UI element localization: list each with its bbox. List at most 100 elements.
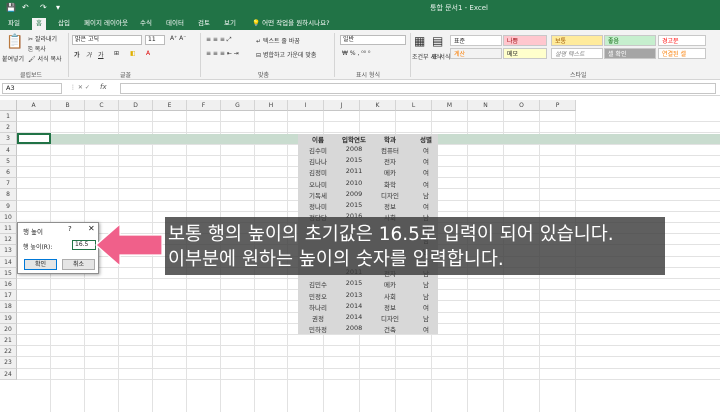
table-cell[interactable]: 사회 xyxy=(372,291,408,301)
column-header-k[interactable]: K xyxy=(360,100,396,111)
row-header-12[interactable]: 12 xyxy=(0,234,17,246)
help-icon[interactable]: ? xyxy=(68,225,72,233)
row-header-22[interactable]: 22 xyxy=(0,346,17,358)
row-header-1[interactable]: 1 xyxy=(0,111,17,123)
row-header-15[interactable]: 15 xyxy=(0,267,17,279)
tab-data[interactable]: 데이터 xyxy=(162,18,188,30)
style-explanatory[interactable]: 설명 텍스트 xyxy=(551,48,603,59)
column-header-f[interactable]: F xyxy=(187,100,221,111)
row-header-18[interactable]: 18 xyxy=(0,301,17,313)
undo-icon[interactable]: ↶ xyxy=(22,3,29,12)
table-header-cell[interactable]: 성별 xyxy=(408,134,444,144)
table-cell[interactable]: 여 xyxy=(408,201,444,211)
column-header-c[interactable]: C xyxy=(85,100,119,111)
table-cell[interactable]: 2011 xyxy=(336,167,372,175)
active-cell-a3[interactable] xyxy=(17,133,51,144)
style-check-cell[interactable]: 셀 확인 xyxy=(604,48,656,59)
row-header-10[interactable]: 10 xyxy=(0,211,17,223)
wrap-text-button[interactable]: ↵ 텍스트 줄 바꿈 xyxy=(256,36,300,45)
tab-file[interactable]: 파일 xyxy=(4,18,24,30)
style-warning[interactable]: 경고문 xyxy=(658,35,706,46)
border-icon[interactable]: ⊞ xyxy=(114,50,119,57)
table-cell[interactable]: 김민수 xyxy=(300,279,336,289)
table-cell[interactable]: 2013 xyxy=(336,291,372,299)
table-cell[interactable]: 여 xyxy=(408,145,444,155)
italic-icon[interactable]: 가 xyxy=(86,50,92,59)
underline-icon[interactable]: 가 xyxy=(98,50,104,59)
style-normal[interactable]: 표준 xyxy=(450,35,502,46)
table-cell[interactable]: 디자인 xyxy=(372,313,408,323)
table-cell[interactable]: 2008 xyxy=(336,324,372,332)
row-header-13[interactable]: 13 xyxy=(0,245,17,257)
row-header-16[interactable]: 16 xyxy=(0,279,17,291)
table-cell[interactable]: 정보 xyxy=(372,302,408,312)
table-cell[interactable]: 김정미 xyxy=(300,167,336,177)
number-format-icons[interactable]: ₩ % , ⁰⁰ ⁰ xyxy=(342,50,370,57)
ok-button[interactable]: 확인 xyxy=(24,259,57,270)
column-header-b[interactable]: B xyxy=(51,100,85,111)
row-header-4[interactable]: 4 xyxy=(0,144,17,156)
fill-color-icon[interactable]: ◧ xyxy=(130,50,136,57)
row-header-5[interactable]: 5 xyxy=(0,155,17,167)
conditional-format-icon[interactable]: ▦ xyxy=(414,34,425,48)
align-left-icons[interactable]: ≡ ≡ ≡ ⇤ ⇥ xyxy=(206,50,239,57)
copy-button[interactable]: ⎘ 복사 xyxy=(28,44,46,54)
table-header-cell[interactable]: 입학연도 xyxy=(336,134,372,144)
font-name-combo[interactable]: 맑은 고딕 xyxy=(72,35,142,45)
column-header-j[interactable]: J xyxy=(324,100,360,111)
table-cell[interactable]: 2008 xyxy=(336,145,372,153)
row-header-8[interactable]: 8 xyxy=(0,189,17,201)
tab-home[interactable]: 홈 xyxy=(32,18,46,30)
column-header-d[interactable]: D xyxy=(119,100,153,111)
tab-review[interactable]: 검토 xyxy=(194,18,214,30)
tab-formulas[interactable]: 수식 xyxy=(136,18,156,30)
table-cell[interactable]: 정보 xyxy=(372,201,408,211)
column-header-m[interactable]: M xyxy=(432,100,468,111)
column-header-n[interactable]: N xyxy=(468,100,504,111)
row-header-9[interactable]: 9 xyxy=(0,200,17,212)
row-header-6[interactable]: 6 xyxy=(0,167,17,179)
font-color-icon[interactable]: A xyxy=(146,50,150,57)
table-header-cell[interactable]: 학과 xyxy=(372,134,408,144)
table-cell[interactable]: 2009 xyxy=(336,190,372,198)
row-header-23[interactable]: 23 xyxy=(0,357,17,369)
align-top-icons[interactable]: ≡ ≡ ≡ ⤢ xyxy=(206,36,232,44)
table-cell[interactable]: 2010 xyxy=(336,179,372,187)
table-cell[interactable]: 여 xyxy=(408,156,444,166)
column-header-i[interactable]: I xyxy=(288,100,324,111)
table-cell[interactable]: 민하정 xyxy=(300,324,336,334)
column-header-o[interactable]: O xyxy=(504,100,540,111)
table-cell[interactable]: 민정오 xyxy=(300,291,336,301)
table-format-icon[interactable]: ▤ xyxy=(432,34,443,48)
row-header-11[interactable]: 11 xyxy=(0,223,17,235)
table-cell[interactable]: 여 xyxy=(408,324,444,334)
style-bad[interactable]: 나쁨 xyxy=(503,35,547,46)
column-header-a[interactable]: A xyxy=(17,100,51,111)
row-header-3[interactable]: 3 xyxy=(0,133,17,145)
table-cell[interactable]: 2015 xyxy=(336,279,372,287)
table-cell[interactable]: 정나미 xyxy=(300,201,336,211)
table-cell[interactable]: 2015 xyxy=(336,156,372,164)
row-header-20[interactable]: 20 xyxy=(0,323,17,335)
style-linked-cell[interactable]: 연결된 셀 xyxy=(658,48,706,59)
table-cell[interactable]: 남 xyxy=(408,313,444,323)
tab-insert[interactable]: 삽입 xyxy=(54,18,74,30)
cancel-button[interactable]: 취소 xyxy=(62,259,95,270)
tell-me-box[interactable]: 💡 어떤 작업을 원하시나요? xyxy=(248,18,334,30)
table-cell[interactable]: 컴퓨터 xyxy=(372,145,408,155)
row-header-14[interactable]: 14 xyxy=(0,256,17,268)
font-grow-icon[interactable]: A⁺ A⁻ xyxy=(170,35,186,42)
cut-button[interactable]: ✂ 잘라내기 xyxy=(28,34,57,43)
row-header-21[interactable]: 21 xyxy=(0,335,17,347)
row-header-7[interactable]: 7 xyxy=(0,178,17,190)
merge-center-button[interactable]: ⊟ 병합하고 가운데 맞춤 xyxy=(256,50,316,59)
table-cell[interactable]: 김수미 xyxy=(300,145,336,155)
save-icon[interactable]: 💾 xyxy=(6,3,16,12)
number-format-combo[interactable]: 일반 xyxy=(340,35,406,45)
insert-function-icon[interactable]: fx xyxy=(100,83,107,91)
column-header-l[interactable]: L xyxy=(396,100,432,111)
table-cell[interactable]: 건축 xyxy=(372,324,408,334)
table-cell[interactable]: 2015 xyxy=(336,201,372,209)
row-height-input[interactable]: 16.5 xyxy=(72,240,96,250)
table-format-button[interactable]: 표 서식 xyxy=(432,52,450,61)
